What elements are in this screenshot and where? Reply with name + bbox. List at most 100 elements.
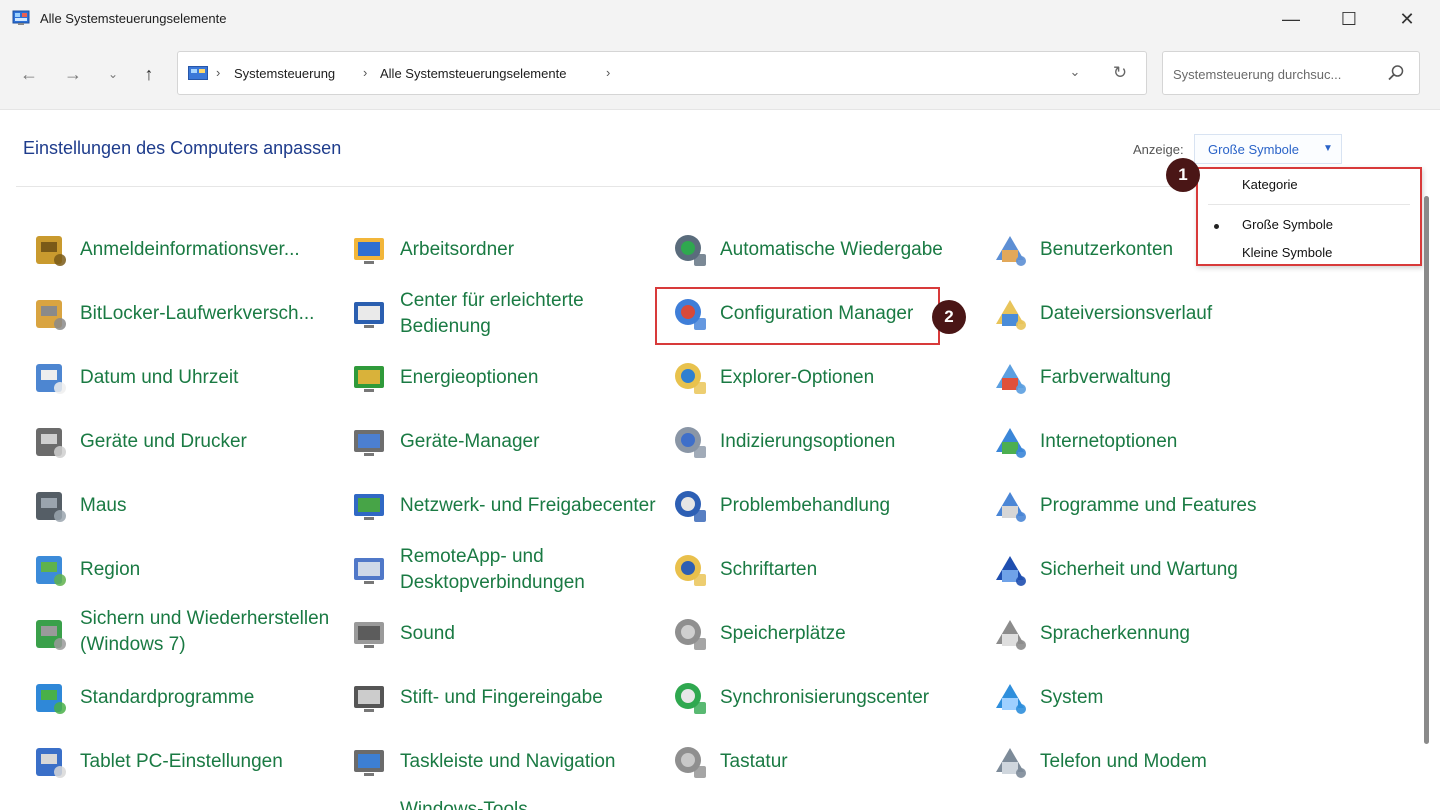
control-panel-item-label[interactable]: Sichern und Wiederherstellen (Windows 7) xyxy=(80,606,342,658)
vertical-scrollbar[interactable] xyxy=(1424,196,1429,744)
control-panel-item[interactable]: Anmeldeinformationsver... xyxy=(30,218,350,282)
control-panel-item-label[interactable]: Telefon und Modem xyxy=(1040,749,1302,775)
security-maintenance-icon xyxy=(996,556,1026,586)
view-by-dropdown[interactable]: Große Symbole ▼ xyxy=(1194,134,1342,164)
up-button[interactable]: ↑ xyxy=(134,60,164,88)
control-panel-item[interactable]: Geräte-Manager xyxy=(350,410,670,474)
breadcrumb-systemsteuerung[interactable]: Systemsteuerung xyxy=(234,66,335,81)
control-panel-item[interactable]: Region xyxy=(30,538,350,602)
control-panel-item[interactable]: Geräte und Drucker xyxy=(30,410,350,474)
control-panel-item-label[interactable]: Explorer-Optionen xyxy=(720,365,982,391)
control-panel-item[interactable]: Internetoptionen xyxy=(990,410,1310,474)
maximize-button[interactable]: ☐ xyxy=(1320,0,1378,38)
control-panel-item-label[interactable]: Energieoptionen xyxy=(400,365,662,391)
refresh-button[interactable]: ↻ xyxy=(1108,63,1132,85)
control-panel-item[interactable]: Synchronisierungscenter xyxy=(670,666,990,730)
control-panel-item[interactable]: Schriftarten xyxy=(670,538,990,602)
storage-spaces-icon xyxy=(675,619,706,650)
control-panel-item[interactable]: Netzwerk- und Freigabecenter xyxy=(350,474,670,538)
control-panel-item-label[interactable]: Netzwerk- und Freigabecenter xyxy=(400,493,662,519)
explorer-options-icon xyxy=(675,363,706,394)
back-button[interactable]: ← xyxy=(14,60,44,88)
control-panel-item-label[interactable]: Problembehandlung xyxy=(720,493,982,519)
control-panel-item-label[interactable]: Tablet PC-Einstellungen xyxy=(80,749,342,775)
control-panel-item-label[interactable]: Speicherplätze xyxy=(720,621,982,647)
control-panel-item[interactable]: Farbverwaltung xyxy=(990,346,1310,410)
control-panel-item[interactable]: BitLocker-Laufwerkversch... xyxy=(30,282,350,346)
control-panel-item[interactable]: Taskleiste und Navigation xyxy=(350,730,670,794)
control-panel-item[interactable]: Standardprogramme xyxy=(30,666,350,730)
control-panel-item-label[interactable]: Indizierungsoptionen xyxy=(720,429,982,455)
control-panel-item-label[interactable]: Automatische Wiedergabe xyxy=(720,237,982,263)
control-panel-item[interactable]: Problembehandlung xyxy=(670,474,990,538)
control-panel-item-label[interactable]: Region xyxy=(80,557,342,583)
control-panel-item-label[interactable]: Tastatur xyxy=(720,749,982,775)
control-panel-item-label[interactable]: Internetoptionen xyxy=(1040,429,1302,455)
control-panel-item-label[interactable]: Synchronisierungscenter xyxy=(720,685,982,711)
internet-options-icon xyxy=(996,428,1026,458)
control-panel-item[interactable]: Arbeitsordner xyxy=(350,218,670,282)
control-panel-item-label[interactable]: Anmeldeinformationsver... xyxy=(80,237,342,263)
control-panel-item[interactable]: Automatische Wiedergabe xyxy=(670,218,990,282)
control-panel-item-label[interactable]: Sicherheit und Wartung xyxy=(1040,557,1302,583)
control-panel-item[interactable]: Datum und Uhrzeit xyxy=(30,346,350,410)
control-panel-item-label[interactable]: RemoteApp- und Desktopverbindungen xyxy=(400,544,662,596)
control-panel-item-label[interactable]: System xyxy=(1040,685,1302,711)
minimize-button[interactable]: — xyxy=(1262,0,1320,38)
recent-locations-button[interactable]: ⌄ xyxy=(98,60,128,88)
search-input[interactable] xyxy=(1173,64,1378,84)
control-panel-item-label[interactable]: Dateiversionsverlauf xyxy=(1040,301,1302,327)
control-panel-item[interactable]: Center für erleichterte Bedienung xyxy=(350,282,670,346)
close-button[interactable]: ✕ xyxy=(1378,0,1436,38)
tablet-pc-icon xyxy=(36,748,66,778)
control-panel-item-label[interactable]: Maus xyxy=(80,493,342,519)
control-panel-item-label[interactable]: Geräte und Drucker xyxy=(80,429,342,455)
control-panel-item[interactable]: Dateiversionsverlauf xyxy=(990,282,1310,346)
address-bar[interactable]: › Systemsteuerung › Alle Systemsteuerung… xyxy=(177,51,1147,95)
control-panel-item-label[interactable]: Sound xyxy=(400,621,662,647)
control-panel-item-label[interactable]: BitLocker-Laufwerkversch... xyxy=(80,301,342,327)
control-panel-item-label[interactable]: Farbverwaltung xyxy=(1040,365,1302,391)
menu-item-grosse-symbole[interactable]: Große Symbole xyxy=(1242,217,1333,232)
control-panel-item-label[interactable]: Geräte-Manager xyxy=(400,429,662,455)
control-panel-item-label[interactable]: Taskleiste und Navigation xyxy=(400,749,662,775)
date-time-icon xyxy=(36,364,66,394)
list-item-partial[interactable]: Windows-Tools xyxy=(400,800,528,810)
control-panel-item-label[interactable]: Arbeitsordner xyxy=(400,237,662,263)
speech-recognition-icon xyxy=(996,620,1026,650)
control-panel-item[interactable]: Sichern und Wiederherstellen (Windows 7) xyxy=(30,602,350,666)
menu-item-kleine-symbole[interactable]: Kleine Symbole xyxy=(1242,245,1332,260)
control-panel-item[interactable]: Programme und Features xyxy=(990,474,1310,538)
address-dropdown-button[interactable]: ⌄ xyxy=(1064,64,1086,84)
control-panel-item-label[interactable]: Spracherkennung xyxy=(1040,621,1302,647)
control-panel-item-label[interactable]: Stift- und Fingereingabe xyxy=(400,685,662,711)
search-box[interactable] xyxy=(1162,51,1420,95)
control-panel-item[interactable]: Telefon und Modem xyxy=(990,730,1310,794)
search-icon[interactable] xyxy=(1385,62,1407,84)
view-by-menu: Kategorie Große Symbole Kleine Symbole xyxy=(1196,167,1422,266)
control-panel-item[interactable]: RemoteApp- und Desktopverbindungen xyxy=(350,538,670,602)
control-panel-item[interactable]: Sicherheit und Wartung xyxy=(990,538,1310,602)
control-panel-item[interactable]: Indizierungsoptionen xyxy=(670,410,990,474)
control-panel-item[interactable]: Explorer-Optionen xyxy=(670,346,990,410)
control-panel-item[interactable]: Energieoptionen xyxy=(350,346,670,410)
control-panel-item-label[interactable]: Schriftarten xyxy=(720,557,982,583)
control-panel-item-label[interactable]: Center für erleichterte Bedienung xyxy=(400,288,662,340)
control-panel-item[interactable]: Tastatur xyxy=(670,730,990,794)
control-panel-item-label[interactable]: Programme und Features xyxy=(1040,493,1302,519)
control-panel-item[interactable]: Speicherplätze xyxy=(670,602,990,666)
control-panel-item-label[interactable]: Standardprogramme xyxy=(80,685,342,711)
control-panel-item[interactable]: Tablet PC-Einstellungen xyxy=(30,730,350,794)
breadcrumb-separator: › xyxy=(216,65,221,80)
control-panel-item[interactable]: Spracherkennung xyxy=(990,602,1310,666)
control-panel-item[interactable]: Sound xyxy=(350,602,670,666)
devices-printers-icon xyxy=(36,428,66,458)
control-panel-item[interactable]: Maus xyxy=(30,474,350,538)
control-panel-item-label[interactable]: Datum und Uhrzeit xyxy=(80,365,342,391)
forward-button[interactable]: → xyxy=(58,60,88,88)
region-icon xyxy=(36,556,66,586)
breadcrumb-alle-elemente[interactable]: Alle Systemsteuerungselemente xyxy=(380,66,566,81)
menu-item-kategorie[interactable]: Kategorie xyxy=(1242,177,1298,192)
control-panel-item[interactable]: System xyxy=(990,666,1310,730)
control-panel-item[interactable]: Stift- und Fingereingabe xyxy=(350,666,670,730)
